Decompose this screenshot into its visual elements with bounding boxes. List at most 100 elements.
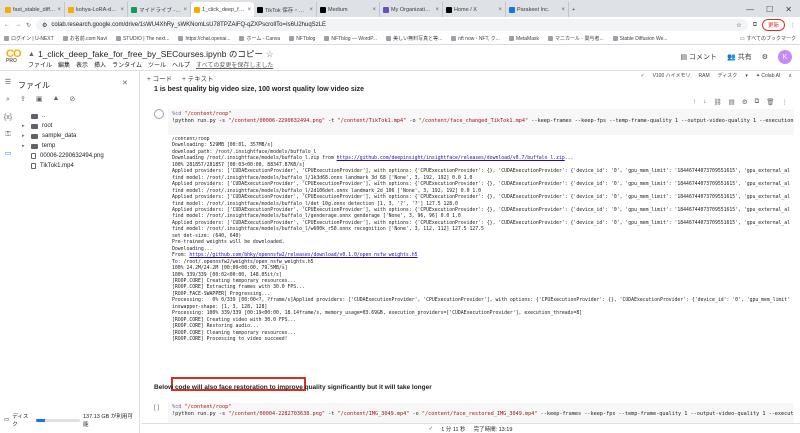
site-info-icon[interactable]: ⚙ — [42, 22, 47, 29]
menu-item[interactable]: 編集 — [58, 60, 70, 69]
runtime-dropdown-icon[interactable]: ▾ — [745, 73, 748, 79]
secrets-icon[interactable]: ⚿ — [5, 131, 10, 139]
search-icon[interactable]: ⌕ — [6, 96, 10, 104]
update-button[interactable]: 更新 — [761, 19, 785, 31]
move-up-icon[interactable]: ↑ — [693, 98, 696, 106]
mirror-cell-icon[interactable]: ⧉ — [755, 98, 760, 106]
file-tree-item[interactable]: .. — [22, 111, 104, 121]
bookmark-item[interactable]: NFTblog — WordP... — [324, 36, 377, 42]
back-icon[interactable]: ← — [4, 22, 10, 28]
code-cell-2[interactable]: [ ] %cd "/content/roop" !python run.py -s… — [154, 403, 794, 423]
comment-icon[interactable]: ▤ — [729, 98, 735, 106]
chevron-right-icon[interactable]: ▸ — [22, 123, 27, 129]
bookmark-item[interactable]: ログイン | U-NEXT — [4, 35, 54, 42]
add-text-button[interactable]: + テキスト — [182, 73, 213, 83]
bookmark-item[interactable]: マニカール - 関与者... — [548, 35, 604, 42]
mount-drive-icon[interactable]: ▲ — [53, 95, 60, 103]
output-link[interactable]: https://github.com/deepinsight/insightfa… — [337, 156, 565, 161]
bookmark-item[interactable]: NFTblog — [289, 36, 315, 42]
more-icon[interactable]: ⋮ — [782, 98, 789, 106]
menu-item[interactable]: 表示 — [76, 60, 88, 69]
browser-tab[interactable]: fast_stable_diffusio × — [2, 2, 65, 17]
file-tree-item[interactable]: 00006-2290632494.png — [22, 151, 104, 161]
file-tree-item[interactable]: TikTok1.mp4 — [22, 161, 104, 171]
bookmark-item[interactable]: お名前.com Navi — [62, 35, 107, 42]
hide-files-icon[interactable]: ⊘ — [69, 95, 75, 103]
url-field[interactable]: ⚙ colab.research.google.com/drive/1sWU4X… — [36, 19, 748, 31]
runtime-type[interactable]: V100 ハイメモリ — [653, 72, 691, 79]
browser-tab[interactable]: kohya-LoRA-dreamb× — [65, 2, 128, 17]
bookmark-item[interactable]: MetaMask — [508, 36, 539, 42]
saved-status-link[interactable]: すべての変更を保存しました — [196, 60, 273, 69]
close-sidebar-icon[interactable]: ✕ — [122, 79, 128, 87]
tab-close-icon[interactable]: × — [183, 7, 187, 13]
tab-close-icon[interactable]: × — [120, 7, 124, 13]
browser-tab[interactable]: My Organization | A× — [380, 2, 443, 17]
link-icon[interactable]: ⛓ — [713, 98, 721, 106]
chevron-right-icon[interactable]: ▸ — [22, 143, 27, 149]
share-button[interactable]: 👥 共有 — [727, 52, 752, 62]
minimize-icon[interactable]: — — [746, 5, 754, 14]
code-cell-1[interactable]: ↑ ↓ ⛓ ▤ ⚙ ⧉ 🗑 ⋮ %cd "/content/roop" !pyth… — [154, 95, 794, 391]
star-icon[interactable]: ☆ — [266, 49, 274, 60]
upload-icon[interactable]: ⇪ — [20, 95, 26, 103]
file-tree-item[interactable]: ▸ root — [22, 121, 104, 131]
bookmark-item[interactable]: Stable Diffusion We... — [612, 36, 668, 42]
browser-tab[interactable]: TikTok 保存・マウォー× — [254, 2, 317, 17]
new-folder-icon[interactable]: ▣ — [36, 95, 43, 103]
run-cell-button[interactable] — [154, 109, 164, 119]
cell-run-bracket[interactable]: [ ] — [154, 405, 159, 411]
browser-tab[interactable]: Home / X × — [443, 2, 506, 17]
toc-icon[interactable]: ☰ — [5, 78, 11, 86]
file-tree-item[interactable]: ▸ sample_data — [22, 131, 104, 141]
folder-icon[interactable]: ▭ — [5, 149, 12, 157]
close-window-icon[interactable]: ✕ — [785, 5, 792, 14]
notebook-title[interactable]: 1_click_deep_fake_for_free_by_SECourses.… — [38, 48, 263, 60]
file-tree-item[interactable]: ▸ temp — [22, 141, 104, 151]
all-bookmarks-folder[interactable]: ▭ すべてのブックマーク — [740, 35, 796, 43]
browser-tab[interactable]: Medium × — [317, 2, 380, 17]
tab-close-icon[interactable]: × — [372, 7, 376, 13]
tab-close-icon[interactable]: × — [247, 7, 251, 13]
bookmark-item[interactable]: https://chat.openai... — [178, 36, 230, 42]
tab-close-icon[interactable]: × — [57, 7, 61, 13]
new-tab-icon[interactable]: + — [569, 2, 581, 17]
extensions-icon[interactable]: ⧉ — [753, 22, 757, 29]
output-link[interactable]: https://github.com/bhky/opennsfw2/releas… — [189, 253, 417, 258]
bookmark-item[interactable]: 美しい無料写真と等... — [386, 35, 442, 42]
code-editor-2[interactable]: %cd "/content/roop" !python run.py -s "/c… — [168, 403, 794, 423]
comment-button[interactable]: ▤ コメント — [680, 52, 717, 62]
browser-tab[interactable]: 1_click_deep_fake_fo× — [191, 2, 254, 17]
menu-item[interactable]: ヘルプ — [172, 60, 190, 69]
move-down-icon[interactable]: ↓ — [703, 98, 706, 106]
bookmark-item[interactable]: ホーム - Canva — [239, 35, 280, 42]
collapse-icon[interactable]: ∧ — [788, 73, 792, 79]
colab-logo[interactable]: CO PRO — [6, 48, 21, 64]
browser-tab[interactable]: マイドライブ - Goog× — [128, 2, 191, 17]
bookmark-item[interactable]: nft now - NFT, ク... — [451, 35, 500, 42]
tab-close-icon[interactable]: × — [309, 7, 313, 13]
settings-icon[interactable]: ⚙ — [762, 53, 768, 61]
tab-close-icon[interactable]: × — [435, 7, 439, 13]
menu-item[interactable]: ランタイム — [112, 60, 142, 69]
avatar[interactable]: K — [778, 50, 792, 64]
variables-icon[interactable]: {x} — [4, 114, 12, 121]
bookmark-item[interactable]: STUDIO | The next... — [115, 36, 169, 42]
cell-settings-icon[interactable]: ⚙ — [742, 98, 748, 106]
chevron-right-icon[interactable]: ▸ — [22, 133, 27, 139]
maximize-icon[interactable]: ☐ — [766, 5, 773, 14]
colab-ai-button[interactable]: ✦ Colab AI — [756, 73, 781, 79]
delete-icon[interactable]: 🗑 — [766, 98, 774, 106]
menu-item[interactable]: ツール — [148, 60, 166, 69]
tab-close-icon[interactable]: × — [498, 7, 502, 13]
bookmark-star-icon[interactable]: ☆ — [736, 22, 741, 29]
add-code-button[interactable]: + コード — [147, 73, 172, 83]
menu-item[interactable]: ファイル — [28, 60, 52, 69]
code-editor[interactable]: %cd "/content/roop" !python run.py -s "/c… — [168, 109, 794, 135]
forward-icon[interactable]: → — [15, 22, 21, 28]
browser-menu-icon[interactable]: ⋮ — [790, 22, 796, 29]
browser-tab[interactable]: Parakeet Inc. × — [506, 2, 569, 17]
tab-close-icon[interactable]: × — [561, 7, 565, 13]
reload-icon[interactable]: ↻ — [26, 22, 31, 29]
menu-item[interactable]: 挿入 — [94, 60, 106, 69]
